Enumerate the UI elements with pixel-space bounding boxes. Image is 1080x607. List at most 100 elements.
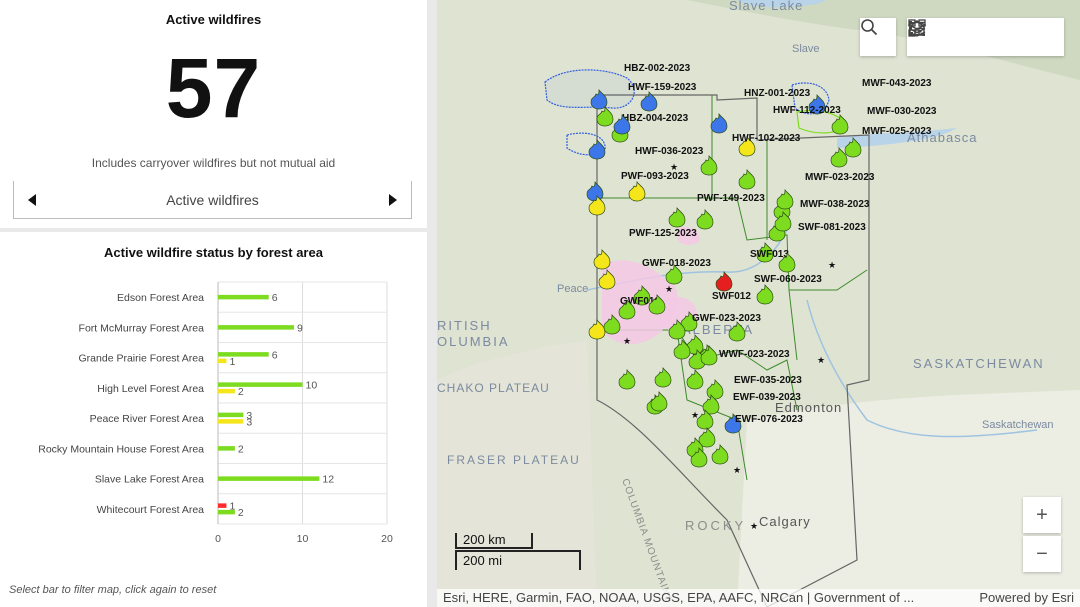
bar[interactable] — [218, 388, 235, 394]
place-label: Saskatchewan — [982, 419, 1054, 431]
search-icon — [861, 19, 878, 36]
fire-perimeter-1 — [544, 69, 635, 109]
fire-label: PWF-149-2023 — [697, 193, 765, 204]
map-view[interactable]: Slave Lake Slave Athabasca Peace RITISH OLUMB… — [437, 0, 1080, 607]
fire-label: PWF-093-2023 — [621, 171, 689, 182]
bar[interactable] — [218, 325, 295, 330]
fire-label: GWF-023-2023 — [692, 313, 761, 324]
fire-label: HNZ-001-2023 — [744, 88, 811, 99]
scale-bar-km: 200 km — [455, 533, 533, 549]
bar-value-label: 2 — [238, 443, 244, 455]
fire-label: HWF-112-2023 — [773, 105, 841, 116]
bar[interactable] — [218, 294, 269, 300]
place-label: RITISH — [437, 318, 492, 333]
kpi-panel: Active wildfires 57 Includes carryover w… — [0, 0, 427, 228]
bar[interactable] — [218, 446, 235, 451]
bar[interactable] — [218, 509, 235, 515]
category-label: High Level Forest Area — [97, 383, 204, 395]
bar-value-label: 6 — [272, 349, 278, 361]
bar[interactable] — [218, 352, 269, 357]
category-label: Whitecourt Forest Area — [97, 504, 205, 516]
bar-chart: 0 10 20 Edson Forest Area 6 Fort McMurray For… — [38, 281, 393, 545]
fire-label: HWF-102-2023 — [732, 133, 801, 144]
kpi-title: Active wildfires — [165, 12, 262, 27]
fire-label: PWF-125-2023 — [629, 228, 697, 239]
legend-button[interactable] — [909, 21, 982, 52]
attribution-credits[interactable]: Esri, HERE, Garmin, FAO, NOAA, USGS, EPA… — [443, 589, 953, 607]
map-canvas[interactable]: Slave LakeSlaveAthabascaPeaceRITISHOLUMB… — [437, 0, 1080, 607]
fire-label: EWF-035-2023 — [734, 375, 802, 386]
indicator-selector: Active wildfires — [13, 181, 412, 219]
selector-label: Active wildfires — [166, 191, 259, 208]
place-label: OLUMBIA — [437, 334, 510, 349]
fire-label: HWF-036-2023 — [635, 146, 704, 157]
place-label: Slave — [792, 43, 820, 55]
bar-value-label: 2 — [238, 386, 244, 398]
fire-label: MWF-023-2023 — [805, 172, 875, 183]
town-star-icon: ★ — [691, 410, 699, 420]
category-label: Peace River Forest Area — [90, 413, 205, 425]
town-star-icon: ★ — [817, 355, 825, 365]
bar-value-label: 2 — [238, 507, 244, 519]
fire-label: MWF-038-2023 — [800, 199, 870, 210]
bar-value-label: 10 — [306, 380, 318, 392]
fire-label: WWF-023-2023 — [719, 349, 790, 360]
bar[interactable] — [218, 503, 227, 508]
bar[interactable] — [218, 419, 244, 424]
bar[interactable] — [218, 412, 244, 418]
place-label: Slave Lake — [729, 0, 803, 13]
category-label: Grande Prairie Forest Area — [79, 353, 205, 365]
layers-button[interactable] — [907, 20, 1019, 52]
town-star-icon: ★ — [750, 521, 758, 531]
previous-arrow-icon[interactable] — [28, 193, 36, 206]
map-attribution: Esri, HERE, Garmin, FAO, NOAA, USGS, EPA… — [437, 589, 1080, 607]
kpi-value: 57 — [165, 41, 262, 135]
category-label: Edson Forest Area — [117, 292, 204, 304]
bar-value-label: 1 — [229, 356, 235, 368]
scale-bar-mi: 200 mi — [455, 550, 581, 570]
category-label: Fort McMurray Forest Area — [79, 322, 205, 334]
x-tick-label: 0 — [215, 533, 221, 545]
town-star-icon: ★ — [670, 162, 678, 172]
town-star-icon: ★ — [733, 465, 741, 475]
fire-label: MWF-030-2023 — [867, 106, 937, 117]
x-tick-label: 10 — [297, 533, 309, 545]
chart-footnote: Select bar to filter map, click again to… — [9, 584, 217, 596]
fire-label: SWF-081-2023 — [798, 222, 866, 233]
category-label: Rocky Mountain House Forest Area — [38, 443, 204, 455]
zoom-in-button[interactable]: + — [1023, 497, 1061, 533]
qr-code-icon — [908, 19, 926, 37]
qr-code-button[interactable] — [908, 19, 1056, 52]
bar-value-label: 12 — [322, 474, 334, 486]
next-arrow-icon[interactable] — [389, 193, 397, 206]
fire-label: MWF-025-2023 — [862, 126, 932, 137]
x-tick-label: 20 — [381, 533, 393, 545]
fire-label: MWF-043-2023 — [862, 78, 932, 89]
fire-label: HBZ-004-2023 — [622, 113, 689, 124]
fire-label: HWF-159-2023 — [628, 82, 697, 93]
map-toolbar — [907, 18, 1064, 56]
bar-value-label: 9 — [297, 322, 303, 334]
town-star-icon: ★ — [623, 336, 631, 346]
bar[interactable] — [218, 358, 227, 364]
bar[interactable] — [218, 476, 320, 481]
search-button[interactable] — [860, 18, 896, 56]
bar-value-label: 6 — [272, 292, 278, 304]
fire-label: SWF-060-2023 — [754, 274, 822, 285]
place-label: FRASER PLATEAU — [447, 453, 581, 467]
category-label: Slave Lake Forest Area — [95, 474, 204, 486]
fire-label: GWF-018-2023 — [642, 258, 711, 269]
kpi-subtitle: Includes carryover wildfires but not mut… — [91, 156, 336, 170]
bar[interactable] — [218, 382, 303, 387]
place-label: ROCKY — [685, 518, 746, 533]
place-label: CHAKO PLATEAU — [437, 381, 550, 395]
powered-by-esri[interactable]: Powered by Esri — [979, 589, 1074, 607]
place-label: Calgary — [759, 514, 811, 529]
zoom-out-button[interactable]: − — [1023, 536, 1061, 572]
fire-label: SWF012 — [712, 291, 751, 302]
place-label: SASKATCHEWAN — [913, 356, 1045, 371]
bar-value-label: 3 — [246, 416, 252, 428]
fire-label: EWF-039-2023 — [733, 392, 801, 403]
chart-panel: Active wildfire status by forest area 01… — [0, 232, 427, 607]
fire-label: HBZ-002-2023 — [624, 63, 691, 74]
